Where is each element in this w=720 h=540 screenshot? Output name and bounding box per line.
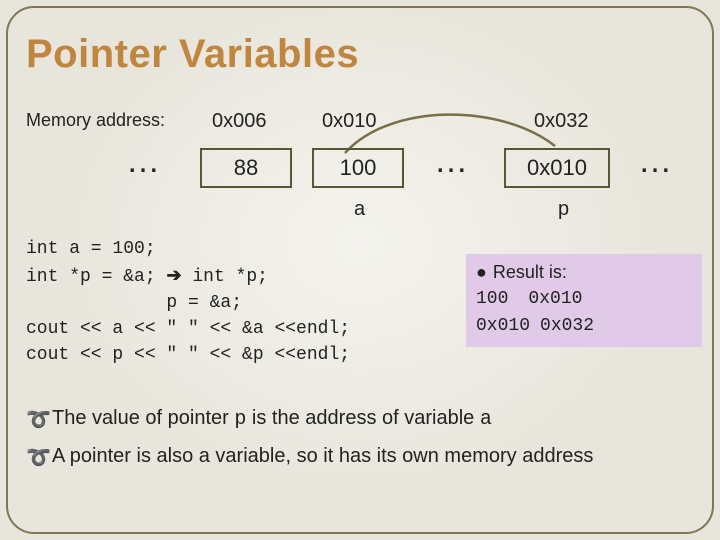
code-line-2a: int *p = &a; — [26, 267, 166, 287]
slide: Pointer Variables Memory address: 0x006 … — [0, 0, 720, 540]
address-0x010: 0x010 — [322, 110, 377, 133]
result-heading-row: ●Result is: — [476, 260, 692, 285]
result-2a: 0x010 — [476, 316, 530, 336]
code-line-2b: int *p; — [182, 267, 268, 287]
memory-cell-0x010: 100 — [312, 148, 404, 188]
bullet-2: ➰ A pointer is also a variable, so it ha… — [26, 442, 690, 470]
result-box: ●Result is: 100 0x010 0x010 0x032 — [466, 254, 702, 347]
code-block: int a = 100; int *p = &a; ➔ int *p; p = … — [26, 236, 350, 368]
bullet-1-text-b: value of pointer — [92, 407, 234, 429]
ellipsis-icon: … — [624, 142, 684, 181]
bullet-1-var-p: p — [234, 408, 246, 431]
ellipsis-icon: … — [112, 142, 172, 181]
bullet-2-text: A pointer is also a variable, so it has … — [52, 445, 593, 467]
bullet-list: ➰ The value of pointer p is the address … — [26, 404, 690, 478]
bullet-dot-icon: ● — [476, 262, 493, 282]
ellipsis-icon: … — [420, 142, 480, 181]
arrow-right-icon: ➔ — [166, 265, 181, 285]
bullet-1: ➰ The value of pointer p is the address … — [26, 404, 690, 434]
swirl-bullet-icon: ➰ — [26, 406, 51, 434]
result-2b: 0x032 — [540, 316, 594, 336]
result-row-1: 100 0x010 — [476, 285, 692, 312]
memory-address-label: Memory address: — [26, 110, 165, 131]
code-line-1: int a = 100; — [26, 239, 156, 259]
code-line-5: cout << p << " " << &p <<endl; — [26, 345, 350, 365]
swirl-bullet-icon: ➰ — [26, 444, 51, 472]
variable-label-p: p — [558, 198, 569, 221]
code-line-3: p = &a; — [26, 293, 242, 313]
bullet-1-text-a: The — [52, 407, 92, 429]
memory-cell-0x032: 0x010 — [504, 148, 610, 188]
result-1a: 100 — [476, 289, 508, 309]
memory-cell-0x006: 88 — [200, 148, 292, 188]
code-line-4: cout << a << " " << &a <<endl; — [26, 319, 350, 339]
result-1b: 0x010 — [528, 289, 582, 309]
bullet-1-text-d: is the address of variable — [246, 407, 479, 429]
variable-label-a: a — [354, 198, 365, 221]
address-0x032: 0x032 — [534, 110, 589, 133]
slide-title: Pointer Variables — [26, 32, 359, 77]
bullet-1-var-a: a — [480, 408, 492, 431]
address-0x006: 0x006 — [212, 110, 267, 133]
result-row-2: 0x010 0x032 — [476, 312, 692, 339]
result-heading: Result is: — [493, 262, 567, 282]
